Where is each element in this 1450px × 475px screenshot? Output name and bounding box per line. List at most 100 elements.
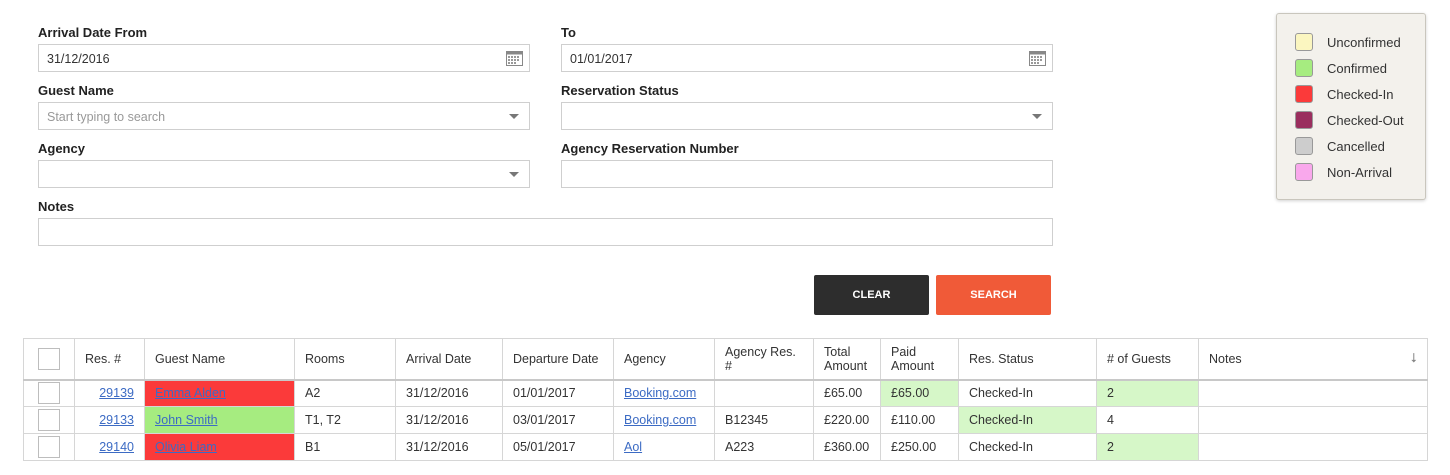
agency-cell[interactable]: Booking.com xyxy=(613,379,715,407)
to-date-value: 01/01/2017 xyxy=(570,52,633,66)
calendar-icon[interactable] xyxy=(1029,50,1046,66)
select-all-checkbox[interactable] xyxy=(38,347,60,370)
paid-amount-cell: £250.00 xyxy=(880,433,959,461)
res-no-cell[interactable]: 29140 xyxy=(74,433,145,461)
row-select-cell[interactable] xyxy=(23,379,75,407)
chevron-down-icon xyxy=(1032,114,1042,119)
calendar-icon[interactable] xyxy=(506,50,523,66)
legend-swatch xyxy=(1295,59,1313,77)
guest-name-cell[interactable]: Emma Alden xyxy=(144,379,295,407)
legend-label: Cancelled xyxy=(1327,138,1385,154)
total-amount-cell: £220.00 xyxy=(813,406,881,434)
guests-cell: 4 xyxy=(1096,406,1199,434)
reservation-status-select[interactable] xyxy=(561,102,1053,130)
agency-cell[interactable]: Aol xyxy=(613,433,715,461)
col-notes[interactable]: Notes ⭣ xyxy=(1198,338,1428,381)
col-total-amount[interactable]: Total Amount xyxy=(813,338,881,381)
legend-item-checked-in: Checked-In xyxy=(1295,84,1393,104)
guest-name-cell[interactable]: John Smith xyxy=(144,406,295,434)
agency-link[interactable]: Aol xyxy=(624,440,642,454)
col-agency-res[interactable]: Agency Res. # xyxy=(714,338,814,381)
row-checkbox[interactable] xyxy=(38,409,60,431)
guest-name-label: Guest Name xyxy=(38,83,114,98)
rooms-cell: A2 xyxy=(294,379,396,407)
to-date-input[interactable]: 01/01/2017 xyxy=(561,44,1053,72)
res-no-cell[interactable]: 29133 xyxy=(74,406,145,434)
arrival-cell: 31/12/2016 xyxy=(395,406,503,434)
agency-cell[interactable]: Booking.com xyxy=(613,406,715,434)
arrival-date-from-label: Arrival Date From xyxy=(38,25,148,40)
select-all-header[interactable] xyxy=(23,338,75,381)
arrival-cell: 31/12/2016 xyxy=(395,379,503,407)
clear-button[interactable]: CLEAR xyxy=(814,275,929,315)
chevron-down-icon xyxy=(509,114,519,119)
notes-cell xyxy=(1198,433,1428,461)
notes-cell xyxy=(1198,379,1428,407)
res-no-cell[interactable]: 29139 xyxy=(74,379,145,407)
notes-cell xyxy=(1198,406,1428,434)
agency-res-number-input[interactable] xyxy=(561,160,1053,188)
agency-select[interactable] xyxy=(38,160,530,188)
table-row[interactable]: 29133 John Smith T1, T2 31/12/2016 03/01… xyxy=(23,406,1428,434)
departure-cell: 03/01/2017 xyxy=(502,406,614,434)
res-no-link[interactable]: 29139 xyxy=(85,386,134,400)
col-paid-amount[interactable]: Paid Amount xyxy=(880,338,959,381)
notes-label: Notes xyxy=(38,199,75,214)
guest-name-link[interactable]: Emma Alden xyxy=(155,386,226,400)
col-departure-date[interactable]: Departure Date xyxy=(502,338,614,381)
col-res-status[interactable]: Res. Status xyxy=(958,338,1097,381)
notes-input[interactable] xyxy=(38,218,1053,246)
arrival-date-from-input[interactable]: 31/12/2016 xyxy=(38,44,530,72)
total-amount-cell: £360.00 xyxy=(813,433,881,461)
agency-res-cell: B12345 xyxy=(714,406,814,434)
sort-down-icon[interactable]: ⭣ xyxy=(1411,351,1417,365)
row-checkbox[interactable] xyxy=(38,436,60,458)
legend-label: Unconfirmed xyxy=(1327,34,1401,50)
guest-name-select[interactable]: Start typing to search xyxy=(38,102,530,130)
agency-link[interactable]: Booking.com xyxy=(624,386,696,400)
legend-label: Checked-Out xyxy=(1327,112,1404,128)
rooms-cell: B1 xyxy=(294,433,396,461)
row-select-cell[interactable] xyxy=(23,433,75,461)
search-button[interactable]: SEARCH xyxy=(936,275,1051,315)
col-rooms[interactable]: Rooms xyxy=(294,338,396,381)
legend-label: Confirmed xyxy=(1327,60,1387,76)
legend-swatch xyxy=(1295,85,1313,103)
legend-swatch xyxy=(1295,163,1313,181)
guest-name-link[interactable]: Olivia Liam xyxy=(155,440,217,454)
res-no-link[interactable]: 29133 xyxy=(85,413,134,427)
col-agency[interactable]: Agency xyxy=(613,338,715,381)
guest-name-cell[interactable]: Olivia Liam xyxy=(144,433,295,461)
chevron-down-icon xyxy=(509,172,519,177)
total-amount-cell: £65.00 xyxy=(813,379,881,407)
col-res-no[interactable]: Res. # xyxy=(74,338,145,381)
row-select-cell[interactable] xyxy=(23,406,75,434)
col-arrival-date[interactable]: Arrival Date xyxy=(395,338,503,381)
legend-item-checked-out: Checked-Out xyxy=(1295,110,1404,130)
to-date-label: To xyxy=(561,25,576,40)
legend-swatch xyxy=(1295,111,1313,129)
res-no-link[interactable]: 29140 xyxy=(85,440,134,454)
rooms-cell: T1, T2 xyxy=(294,406,396,434)
agency-link[interactable]: Booking.com xyxy=(624,413,696,427)
paid-amount-cell: £65.00 xyxy=(880,379,959,407)
col-guests[interactable]: # of Guests xyxy=(1096,338,1199,381)
legend-label: Checked-In xyxy=(1327,86,1394,102)
legend-item-unconfirmed: Unconfirmed xyxy=(1295,32,1401,52)
reservation-status-label: Reservation Status xyxy=(561,83,679,98)
agency-label: Agency xyxy=(38,141,85,156)
col-guest-name[interactable]: Guest Name xyxy=(144,338,295,381)
legend-item-confirmed: Confirmed xyxy=(1295,58,1387,78)
guests-cell: 2 xyxy=(1096,379,1199,407)
table-header-row: Res. # Guest Name Rooms Arrival Date Dep… xyxy=(23,338,1428,381)
departure-cell: 01/01/2017 xyxy=(502,379,614,407)
legend-item-cancelled: Cancelled xyxy=(1295,136,1385,156)
guests-cell: 2 xyxy=(1096,433,1199,461)
table-row[interactable]: 29140 Olivia Liam B1 31/12/2016 05/01/20… xyxy=(23,433,1428,461)
row-checkbox[interactable] xyxy=(38,382,60,405)
legend-label: Non-Arrival xyxy=(1327,164,1393,180)
agency-res-cell xyxy=(714,379,814,407)
guest-name-link[interactable]: John Smith xyxy=(155,413,218,427)
table-row[interactable]: 29139 Emma Alden A2 31/12/2016 01/01/201… xyxy=(23,379,1428,407)
status-legend: Unconfirmed Confirmed Checked-In Checked… xyxy=(1276,13,1426,200)
